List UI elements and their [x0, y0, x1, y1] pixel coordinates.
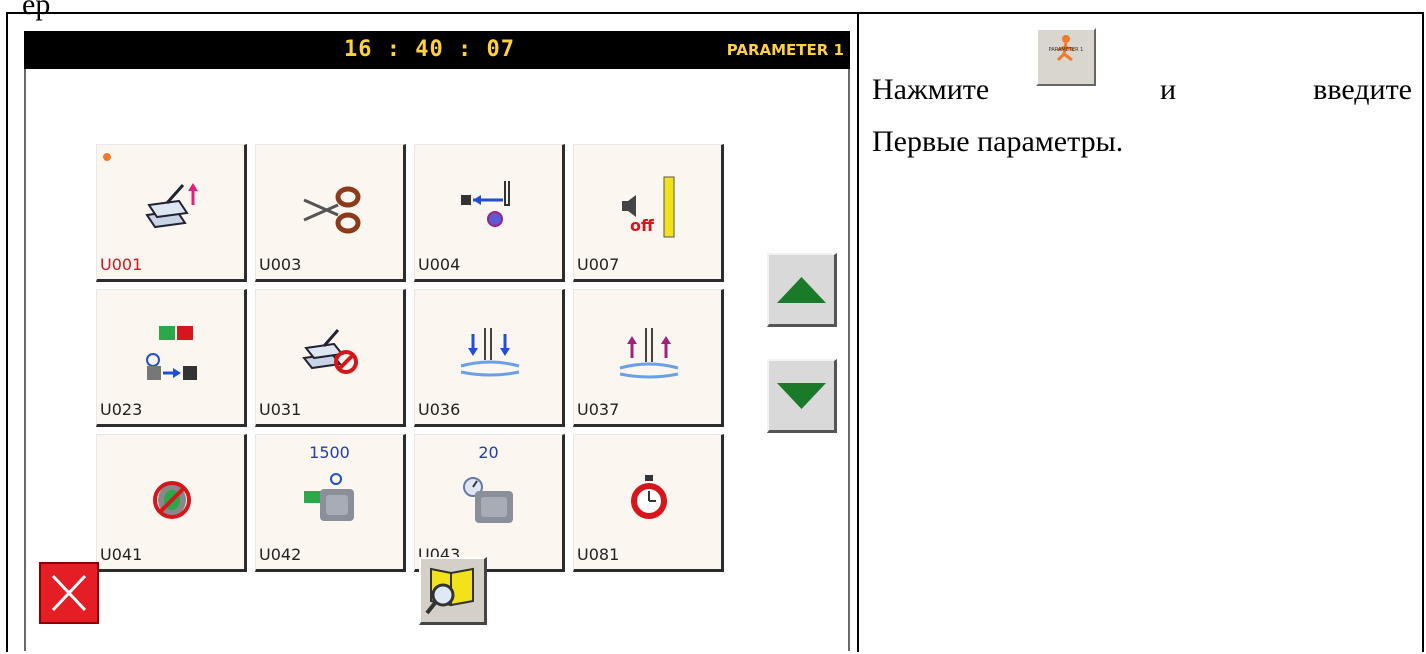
presser-disable-icon [302, 329, 358, 374]
motor-speed-icon [304, 473, 354, 521]
svg-text:off: off [630, 216, 655, 235]
presser-raise-icon [145, 183, 198, 229]
motor-gauge-icon [463, 477, 513, 523]
param-code: U004 [418, 255, 461, 274]
close-icon [51, 574, 87, 612]
clock: 16 : 40 : 07 [344, 37, 515, 62]
scroll-down-button[interactable] [767, 359, 837, 433]
param-code: U003 [259, 255, 302, 274]
instruction-text: Нажмите PARAMETER 1 и введите Первые пар… [872, 28, 1412, 168]
param-code: U037 [577, 400, 620, 419]
title-bar: 16 : 40 : 07 PARAMETER 1 [24, 31, 850, 69]
needle-up-icon [619, 328, 679, 379]
param-button-u036[interactable]: U036 [414, 289, 565, 427]
cancel-button[interactable] [39, 562, 99, 624]
param-button-u003[interactable]: U003 [255, 144, 406, 282]
param-code: U031 [259, 400, 302, 419]
param-code: U081 [577, 545, 620, 564]
param-code: U042 [259, 545, 302, 564]
instruction-word-press: Нажмите [872, 73, 990, 106]
table-border-left [6, 12, 8, 652]
param-button-u041[interactable]: U041 [96, 434, 247, 572]
bobbin-disable-icon [153, 481, 191, 519]
stopwatch-icon [631, 475, 667, 519]
needle-position-icon [461, 181, 510, 227]
param-code: U041 [100, 545, 143, 564]
param-value: 20 [478, 443, 499, 462]
selected-indicator [103, 153, 111, 161]
param-value: 1500 [309, 443, 350, 462]
scroll-up-button[interactable] [767, 253, 837, 327]
instruction-word-enter: введите [1313, 73, 1412, 106]
param-code: U036 [418, 400, 461, 419]
param-button-u037[interactable]: U037 [573, 289, 724, 427]
scissors-icon [303, 186, 361, 234]
table-border-right [1422, 12, 1424, 652]
book-magnifier-icon [425, 567, 474, 615]
needle-down-icon [460, 328, 520, 377]
buzzer-off-icon: off [622, 176, 675, 238]
param-button-u004[interactable]: U004 [414, 144, 565, 282]
arrow-up-icon [777, 277, 826, 303]
param-code: U001 [100, 255, 143, 274]
arrow-down-icon [777, 383, 826, 409]
param-button-u081[interactable]: U081 [573, 434, 724, 572]
param-code: U023 [100, 400, 143, 419]
screen-mode-title: PARAMETER 1 [726, 41, 844, 59]
param-button-u007[interactable]: off U007 [573, 144, 724, 282]
mode-switch-icon [146, 326, 197, 380]
parameter-icon-caption: PARAMETER 1 [1048, 47, 1084, 53]
param-button-u023[interactable]: U023 [96, 289, 247, 427]
instruction-word-and: и [1160, 73, 1177, 106]
param-button-u001[interactable]: U001 [96, 144, 247, 282]
panel-screen: 16 : 40 : 07 PARAMETER 1 U001 U003 U004 … [24, 31, 850, 651]
instruction-line-2: Первые параметры. [872, 125, 1124, 158]
param-button-u042[interactable]: 1500 U042 [255, 434, 406, 572]
param-button-u043[interactable]: 20 U043 [414, 434, 565, 572]
table-divider [857, 12, 859, 652]
param-code: U007 [577, 255, 620, 274]
manual-search-button[interactable] [419, 557, 487, 625]
param-button-u031[interactable]: U031 [255, 289, 406, 427]
parameter-1-button-image: PARAMETER 1 [1036, 28, 1096, 86]
